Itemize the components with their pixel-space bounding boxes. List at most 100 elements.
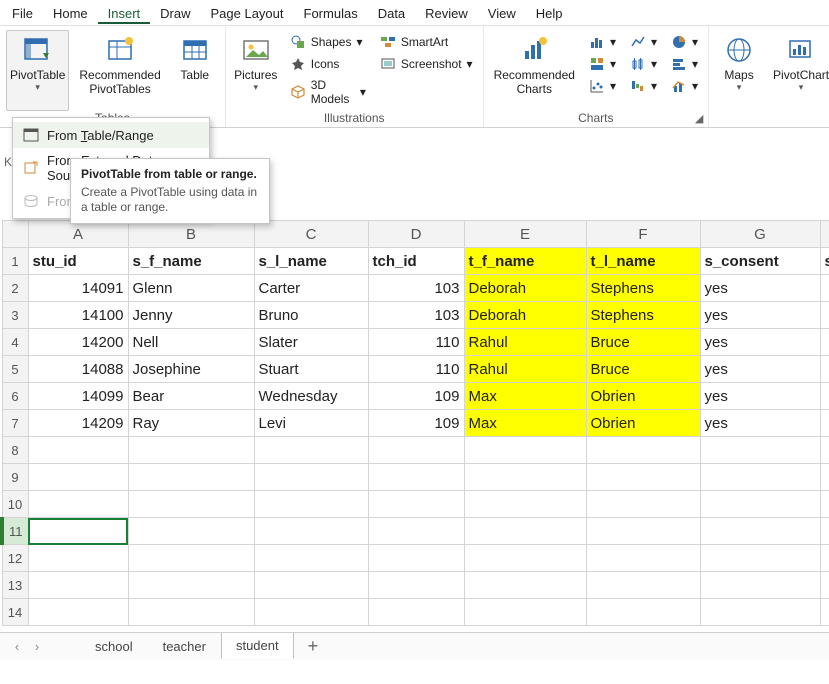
cell[interactable] xyxy=(254,437,368,464)
cell[interactable]: t_f_name xyxy=(464,248,586,275)
cell[interactable] xyxy=(368,464,464,491)
cell[interactable] xyxy=(128,437,254,464)
col-header-B[interactable]: B xyxy=(128,221,254,248)
cell[interactable] xyxy=(700,518,820,545)
cell[interactable]: 14200 xyxy=(28,329,128,356)
cell[interactable] xyxy=(700,437,820,464)
cell[interactable]: 14209 xyxy=(28,410,128,437)
cell[interactable] xyxy=(368,545,464,572)
cell[interactable]: Deborah xyxy=(464,275,586,302)
cell[interactable] xyxy=(254,545,368,572)
statistic-chart-button[interactable]: ▾ xyxy=(626,54,661,74)
cell[interactable] xyxy=(128,545,254,572)
row-header[interactable]: 4 xyxy=(2,329,28,356)
cell[interactable]: 109 xyxy=(368,383,464,410)
cell[interactable] xyxy=(820,491,829,518)
cell[interactable] xyxy=(368,572,464,599)
cell[interactable] xyxy=(254,491,368,518)
row-header[interactable]: 5 xyxy=(2,356,28,383)
cell[interactable] xyxy=(586,599,700,626)
maps-button[interactable]: Maps ▾ xyxy=(715,30,763,111)
menu-data[interactable]: Data xyxy=(368,2,415,24)
cell[interactable]: 109 xyxy=(368,410,464,437)
menu-view[interactable]: View xyxy=(478,2,526,24)
tab-nav-next[interactable]: › xyxy=(28,639,46,654)
cell[interactable] xyxy=(254,572,368,599)
row-header[interactable]: 14 xyxy=(2,599,28,626)
menu-insert[interactable]: Insert xyxy=(98,2,151,24)
cell[interactable] xyxy=(368,518,464,545)
col-header-C[interactable]: C xyxy=(254,221,368,248)
cell[interactable]: Bruce xyxy=(586,356,700,383)
screenshot-button[interactable]: Screenshot ▾ xyxy=(376,54,477,74)
col-header-F[interactable]: F xyxy=(586,221,700,248)
cell[interactable] xyxy=(586,572,700,599)
cell[interactable] xyxy=(464,545,586,572)
cell[interactable]: Stephens xyxy=(586,275,700,302)
row-header[interactable]: 13 xyxy=(2,572,28,599)
col-header-A[interactable]: A xyxy=(28,221,128,248)
bar-chart-button[interactable]: ▾ xyxy=(667,54,702,74)
cell[interactable] xyxy=(128,572,254,599)
row-header[interactable]: 1 xyxy=(2,248,28,275)
row-header[interactable]: 6 xyxy=(2,383,28,410)
cell[interactable] xyxy=(700,572,820,599)
menu-draw[interactable]: Draw xyxy=(150,2,200,24)
from-table-range-item[interactable]: From Table/Range xyxy=(13,122,209,148)
cell[interactable] xyxy=(820,437,829,464)
shapes-button[interactable]: Shapes ▾ xyxy=(286,32,370,52)
row-header[interactable]: 8 xyxy=(2,437,28,464)
cell[interactable] xyxy=(28,545,128,572)
cell[interactable]: 110 xyxy=(368,329,464,356)
cell[interactable]: Obrien xyxy=(586,383,700,410)
cell[interactable]: yes xyxy=(700,275,820,302)
cell[interactable]: yes xyxy=(700,329,820,356)
cell[interactable]: tch_id xyxy=(368,248,464,275)
column-chart-button[interactable]: ▾ xyxy=(585,32,620,52)
waterfall-chart-button[interactable]: ▾ xyxy=(626,76,661,96)
recommended-pivottables-button[interactable]: Recommended PivotTables xyxy=(75,30,164,111)
cell[interactable] xyxy=(28,491,128,518)
cell[interactable] xyxy=(464,491,586,518)
cell[interactable] xyxy=(128,491,254,518)
row-header[interactable]: 11 xyxy=(2,518,28,545)
row-header[interactable]: 10 xyxy=(2,491,28,518)
cell[interactable] xyxy=(254,464,368,491)
cell[interactable]: Ray xyxy=(128,410,254,437)
cell[interactable]: Jenny xyxy=(128,302,254,329)
cell[interactable]: 14091 xyxy=(28,275,128,302)
table-button[interactable]: Table xyxy=(171,30,219,111)
cell[interactable]: s_consent xyxy=(700,248,820,275)
cell[interactable] xyxy=(820,518,829,545)
cell[interactable]: yes xyxy=(700,410,820,437)
sheet-tab-student[interactable]: student xyxy=(221,633,294,659)
cell[interactable]: Rahul xyxy=(464,329,586,356)
cell[interactable] xyxy=(464,437,586,464)
recommended-charts-button[interactable]: Recommended Charts xyxy=(490,30,579,111)
charts-dialog-launcher[interactable]: ◢ xyxy=(692,111,706,125)
cell[interactable] xyxy=(254,599,368,626)
cell[interactable]: 14099 xyxy=(28,383,128,410)
sheet-tab-school[interactable]: school xyxy=(80,634,148,660)
cell[interactable] xyxy=(464,599,586,626)
cell[interactable] xyxy=(586,437,700,464)
cell[interactable] xyxy=(28,518,128,545)
cell[interactable]: stu_id xyxy=(28,248,128,275)
cell[interactable]: Obrien xyxy=(586,410,700,437)
line-chart-button[interactable]: ▾ xyxy=(626,32,661,52)
menu-help[interactable]: Help xyxy=(526,2,573,24)
cell[interactable]: yes xyxy=(700,356,820,383)
cell[interactable]: Rahul xyxy=(464,356,586,383)
cell[interactable] xyxy=(820,545,829,572)
cell[interactable] xyxy=(254,518,368,545)
cell[interactable]: yes xyxy=(700,302,820,329)
cell[interactable] xyxy=(28,572,128,599)
cell[interactable] xyxy=(820,572,829,599)
cell[interactable]: Carter xyxy=(254,275,368,302)
cell[interactable]: Max xyxy=(464,410,586,437)
smartart-button[interactable]: SmartArt xyxy=(376,32,477,52)
cell[interactable] xyxy=(464,464,586,491)
grid[interactable]: ABCDEFG1stu_ids_f_names_l_nametch_idt_f_… xyxy=(0,220,829,626)
cell[interactable]: yes xyxy=(700,383,820,410)
pivottable-button[interactable]: PivotTable ▾ xyxy=(6,30,69,111)
